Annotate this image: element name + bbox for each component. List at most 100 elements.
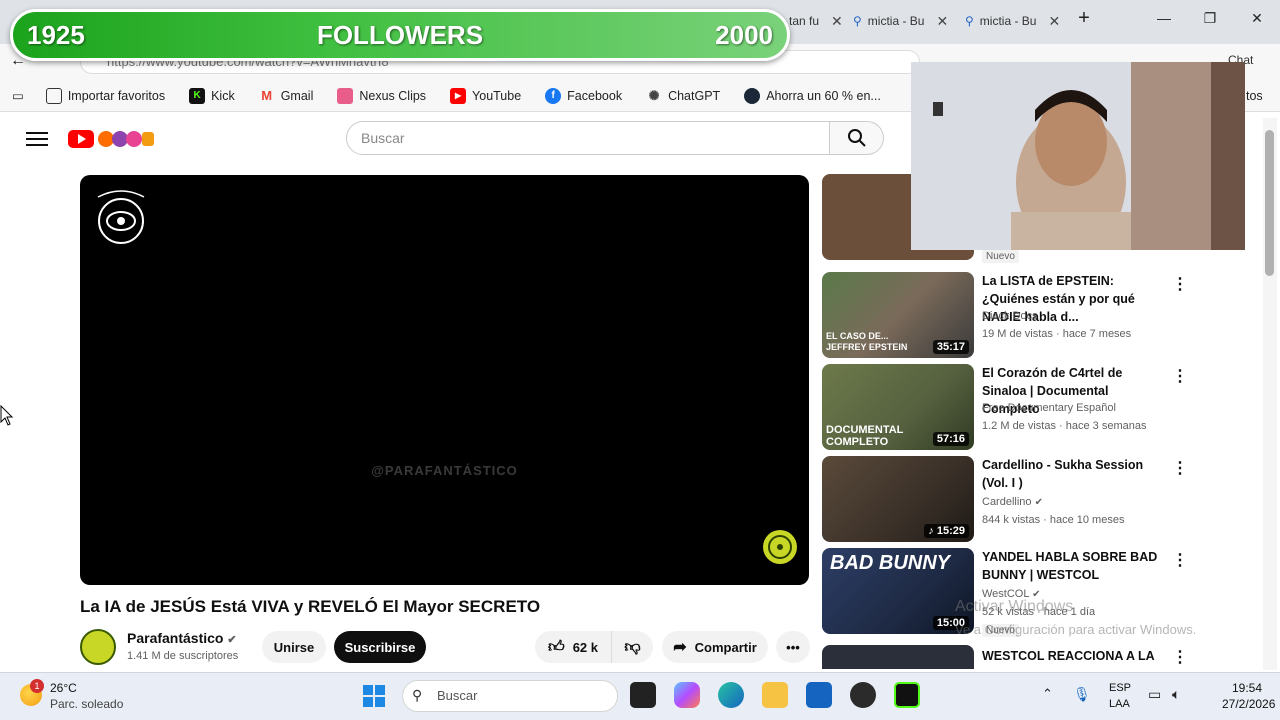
video-watermark-text: @PARAFANTÁSTICO: [371, 463, 518, 478]
scrollbar-thumb[interactable]: [1265, 130, 1274, 276]
channel-avatar[interactable]: [80, 629, 116, 665]
kebab-menu-icon[interactable]: ⋮: [1172, 458, 1188, 478]
video-duration-text: 15:29: [936, 525, 965, 537]
search-input[interactable]: Buscar: [346, 121, 830, 155]
video-duration: 57:16: [932, 432, 969, 446]
kebab-menu-icon[interactable]: ⋮: [1172, 274, 1188, 294]
channel-name-text: Cardellino: [982, 496, 1032, 508]
bookmark-gmail[interactable]: M Gmail: [259, 88, 314, 104]
weather-temperature[interactable]: 26°C: [50, 681, 77, 695]
obs-icon[interactable]: [850, 682, 876, 708]
input-layout[interactable]: LAA: [1109, 698, 1130, 710]
recommendation-meta: 19 M de vistas · hace 7 meses: [982, 328, 1132, 340]
windows-start-icon[interactable]: [362, 684, 386, 708]
recommendation-item[interactable]: DOCUMENTAL COMPLETO 57:16 El Corazón de …: [822, 364, 1262, 450]
thumbs-down-icon: 👎︎: [624, 638, 641, 656]
more-actions-button[interactable]: •••: [776, 631, 810, 663]
weather-description[interactable]: Parc. soleado: [50, 697, 123, 711]
like-button[interactable]: 👍︎ 62 k: [535, 631, 611, 663]
task-view-icon[interactable]: [630, 682, 656, 708]
thumbnail-caption: BAD BUNNY: [830, 552, 950, 574]
thumbnail-caption: DOCUMENTAL COMPLETO: [826, 424, 904, 448]
recommendation-channel[interactable]: Dieck Docs: [982, 310, 1038, 322]
video-thumbnail[interactable]: [822, 645, 974, 669]
search-button[interactable]: [830, 121, 884, 155]
clock-time[interactable]: 19:54: [1232, 681, 1262, 695]
recommendation-title[interactable]: YANDEL HABLA SOBRE BAD BUNNY | WESTCOL: [982, 548, 1167, 584]
youtube-logo[interactable]: [68, 128, 156, 150]
channel-name-text: Parafantástico: [127, 630, 224, 646]
kebab-menu-icon[interactable]: ⋮: [1172, 647, 1188, 667]
edge-browser-icon[interactable]: [718, 682, 744, 708]
share-button[interactable]: ➦ Compartir: [662, 631, 768, 663]
new-tab-icon[interactable]: +: [1072, 7, 1096, 30]
join-button[interactable]: Unirse: [262, 631, 326, 663]
video-player[interactable]: @PARAFANTÁSTICO: [80, 175, 809, 585]
tab-actions-icon[interactable]: ▭: [12, 88, 24, 103]
tab-label: mictia - Bu: [867, 14, 925, 28]
bookmark-label: Gmail: [280, 88, 314, 103]
bookmark-chatgpt[interactable]: ✺ ChatGPT: [646, 88, 721, 104]
menu-icon[interactable]: [26, 128, 48, 150]
verified-icon: ✔: [227, 634, 237, 646]
video-thumbnail[interactable]: DOCUMENTAL COMPLETO 57:16: [822, 364, 974, 450]
search-icon: ⚲: [853, 14, 862, 28]
channel-name[interactable]: Parafantástico ✔: [127, 630, 237, 646]
bookmark-label: YouTube: [472, 88, 522, 103]
bookmark-facebook[interactable]: f Facebook: [545, 87, 622, 104]
bookmark-label: ChatGPT: [668, 88, 721, 103]
copilot-icon[interactable]: [674, 682, 700, 708]
microphone-icon[interactable]: 🎙︎: [1073, 686, 1091, 703]
bookmark-youtube[interactable]: ▶ YouTube: [450, 87, 522, 104]
tab-label: mictia - Bu: [979, 14, 1037, 28]
clock-date[interactable]: 27/2/2026: [1222, 697, 1275, 711]
browser-tab[interactable]: ⚲ mictia - Bu ✕: [957, 8, 1068, 34]
bookmark-steam[interactable]: Ahorra un 60 % en...: [744, 87, 881, 104]
recommendation-item[interactable]: ♪ 15:29 Cardellino - Sukha Session (Vol.…: [822, 456, 1262, 542]
video-thumbnail[interactable]: ♪ 15:29: [822, 456, 974, 542]
restore-icon[interactable]: ❐: [1198, 10, 1222, 27]
subscribe-button[interactable]: Suscribirse: [334, 631, 426, 663]
browser-tab[interactable]: ⚲ mictia - Bu ✕: [845, 8, 956, 34]
video-thumbnail[interactable]: EL CASO DE... JEFFREY EPSTEIN 35:17: [822, 272, 974, 358]
bookmark-kick[interactable]: K Kick: [189, 87, 235, 104]
bookmark-label: Kick: [211, 88, 235, 103]
recommendation-item[interactable]: EL CASO DE... JEFFREY EPSTEIN 35:17 La L…: [822, 272, 1262, 358]
kebab-menu-icon[interactable]: ⋮: [1172, 550, 1188, 570]
kick-app-icon[interactable]: [894, 682, 920, 708]
more-icon: •••: [786, 639, 800, 655]
close-window-icon[interactable]: ✕: [1245, 10, 1269, 27]
recommendation-channel[interactable]: Cardellino ✔: [982, 496, 1043, 508]
webcam-overlay: [911, 62, 1245, 250]
search-icon: ⚲: [412, 687, 423, 703]
close-tab-icon[interactable]: ✕: [1048, 13, 1060, 30]
bookmark-import[interactable]: Importar favoritos: [45, 87, 165, 104]
dislike-button[interactable]: 👎︎: [611, 631, 653, 663]
close-tab-icon[interactable]: ✕: [831, 13, 843, 30]
kebab-menu-icon[interactable]: ⋮: [1172, 366, 1188, 386]
video-duration: ♪ 15:29: [924, 524, 969, 538]
facebook-icon: f: [545, 87, 562, 104]
input-language[interactable]: ESP: [1109, 682, 1131, 694]
volume-icon[interactable]: 🔈︎: [1172, 686, 1180, 703]
video-thumbnail[interactable]: BAD BUNNY 15:00: [822, 548, 974, 634]
recommendation-item[interactable]: WESTCOL REACCIONA A LA ⋮: [822, 645, 1262, 669]
recommendation-title[interactable]: Cardellino - Sukha Session (Vol. I ): [982, 456, 1167, 492]
share-label: Compartir: [694, 639, 757, 655]
file-explorer-icon[interactable]: [762, 682, 788, 708]
search-icon: ⚲: [965, 14, 974, 28]
recommendation-channel[interactable]: Free Documentary Español: [982, 402, 1116, 414]
other-bookmarks-label[interactable]: tos: [1246, 89, 1263, 103]
chevron-up-icon[interactable]: ⌃: [1042, 686, 1053, 702]
close-tab-icon[interactable]: ✕: [936, 13, 948, 30]
bookmark-nexus-clips[interactable]: Nexus Clips: [337, 87, 426, 104]
recommendation-title[interactable]: WESTCOL REACCIONA A LA: [982, 647, 1167, 665]
minimize-icon[interactable]: —: [1152, 10, 1176, 26]
network-icon[interactable]: ▭: [1148, 686, 1161, 703]
taskbar-search-input[interactable]: Buscar: [402, 680, 618, 712]
mouse-cursor-icon: [0, 405, 14, 426]
channel-branding-icon[interactable]: [762, 529, 798, 565]
activate-windows-subtitle: Ve a Configuración para activar Windows.: [955, 622, 1197, 637]
microsoft-store-icon[interactable]: [806, 682, 832, 708]
share-icon: ➦: [673, 639, 687, 656]
